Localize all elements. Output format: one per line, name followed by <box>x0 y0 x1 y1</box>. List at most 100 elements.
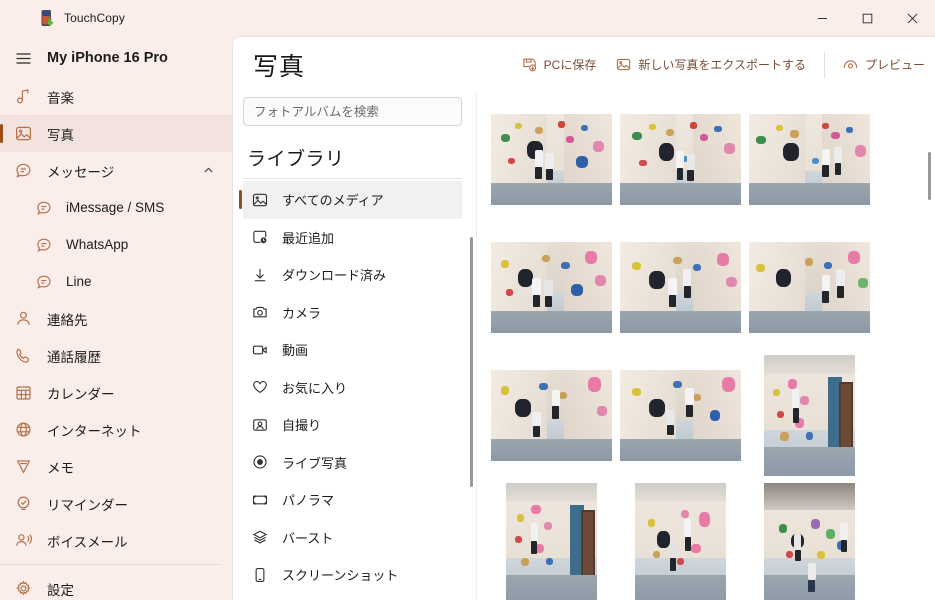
download-icon <box>249 264 270 285</box>
sidebar-item-calendar[interactable]: カレンダー <box>0 374 232 411</box>
photo-grid <box>477 92 935 600</box>
photo-thumbnail[interactable] <box>749 99 870 220</box>
search-input[interactable] <box>243 97 462 126</box>
photo-thumbnail[interactable] <box>620 99 741 220</box>
sidebar-item-imessage-sms[interactable]: iMessage / SMS <box>0 189 232 226</box>
preview-button[interactable]: プレビュー <box>833 50 935 79</box>
library-heading: ライブラリ <box>247 149 345 170</box>
album-item-all-media[interactable]: すべてのメディア <box>239 181 462 219</box>
hamburger-icon <box>12 47 34 69</box>
page-title: 写真 <box>253 52 306 81</box>
photo-thumbnail[interactable] <box>620 483 741 600</box>
sidebar-item-reminders[interactable]: リマインダー <box>0 485 232 522</box>
export-new-photos-button[interactable]: 新しい写真をエクスポートする <box>606 50 816 79</box>
touchcopy-window: TouchCopy My iPhone 16 Pro 音楽 写真 メッセージ i… <box>0 0 935 600</box>
calendar-icon <box>12 382 34 404</box>
album-item-label: カメラ <box>282 305 322 321</box>
album-item-label: バースト <box>282 530 334 546</box>
export-new-photos-label: 新しい写真をエクスポートする <box>638 58 806 72</box>
album-item-selfies[interactable]: 自撮り <box>243 406 462 444</box>
album-item-panoramas[interactable]: パノラマ <box>243 481 462 519</box>
maximize-button[interactable] <box>845 0 890 36</box>
gear-icon <box>12 578 34 600</box>
panorama-icon <box>249 489 270 510</box>
album-item-recently-added[interactable]: 最近追加 <box>243 219 462 257</box>
header-divider <box>823 51 825 78</box>
photo-thumbnail[interactable] <box>491 227 612 348</box>
header-actions: PCに保存 新しい写真をエクスポートする プレビュー <box>512 37 935 92</box>
message-icon <box>12 160 34 182</box>
window-controls <box>800 0 935 36</box>
album-item-bursts[interactable]: バースト <box>243 519 462 557</box>
sidebar-item-photos[interactable]: 写真 <box>0 115 232 152</box>
export-photo-icon <box>616 57 631 72</box>
photo-icon <box>12 123 34 145</box>
photo-thumbnail[interactable] <box>749 227 870 348</box>
photo-thumbnail[interactable] <box>491 99 612 220</box>
photo-grid-panel[interactable] <box>476 92 935 600</box>
reminders-icon <box>12 493 34 515</box>
save-to-pc-button[interactable]: PCに保存 <box>512 50 607 79</box>
sidebar-item-label: 通話履歴 <box>47 349 101 365</box>
phone-download-icon <box>38 9 57 28</box>
sidebar-item-line[interactable]: Line <box>0 263 232 300</box>
recent-clock-icon <box>249 227 270 248</box>
sidebar-item-voicemail[interactable]: ボイスメール <box>0 522 232 559</box>
album-item-label: スクリーンショット <box>282 568 399 584</box>
sidebar-item-label: リマインダー <box>47 497 128 513</box>
album-item-label: 自撮り <box>282 418 322 434</box>
photo-icon <box>249 189 270 210</box>
search-wrapper <box>243 92 476 126</box>
sidebar-item-notes[interactable]: メモ <box>0 448 232 485</box>
sidebar-item-contacts[interactable]: 連絡先 <box>0 300 232 337</box>
close-button[interactable] <box>890 0 935 36</box>
album-item-videos[interactable]: 動画 <box>243 331 462 369</box>
sidebar-device-header[interactable]: My iPhone 16 Pro <box>0 38 232 78</box>
notes-icon <box>12 456 34 478</box>
sidebar-item-label: iMessage / SMS <box>66 200 165 215</box>
minimize-button[interactable] <box>800 0 845 36</box>
sidebar-item-messages[interactable]: メッセージ <box>0 152 232 189</box>
heart-icon <box>249 377 270 398</box>
albums-scrollbar-thumb[interactable] <box>470 237 473 487</box>
album-item-recently-deleted[interactable]: 最近削除 <box>243 594 462 600</box>
photo-thumbnail[interactable] <box>491 355 612 476</box>
album-item-label: ダウンロード済み <box>282 268 387 284</box>
sidebar: My iPhone 16 Pro 音楽 写真 メッセージ iMessage / … <box>0 36 232 600</box>
album-item-live-photos[interactable]: ライブ写真 <box>243 444 462 482</box>
album-item-label: パノラマ <box>282 493 335 509</box>
main-header: 写真 PCに保存 新しい写真をエクスポートする プレビュー <box>233 37 935 92</box>
photo-thumbnail[interactable] <box>491 483 612 600</box>
sidebar-item-whatsapp[interactable]: WhatsApp <box>0 226 232 263</box>
album-item-downloaded[interactable]: ダウンロード済み <box>243 256 462 294</box>
preview-eye-icon <box>843 57 858 72</box>
window-body: My iPhone 16 Pro 音楽 写真 メッセージ iMessage / … <box>0 36 935 600</box>
globe-icon <box>12 419 34 441</box>
live-photo-icon <box>249 452 270 473</box>
sidebar-item-call-history[interactable]: 通話履歴 <box>0 337 232 374</box>
photo-thumbnail[interactable] <box>749 355 870 476</box>
sidebar-item-internet[interactable]: インターネット <box>0 411 232 448</box>
sidebar-item-label: 連絡先 <box>47 312 88 328</box>
album-item-label: お気に入り <box>282 380 348 396</box>
voicemail-icon <box>12 530 34 552</box>
sidebar-item-label: 音楽 <box>47 90 74 106</box>
sidebar-item-label: カレンダー <box>47 386 115 402</box>
album-item-label: すべてのメディア <box>282 193 384 209</box>
sidebar-item-label: メッセージ <box>47 164 115 180</box>
sidebar-item-music[interactable]: 音楽 <box>0 78 232 115</box>
video-icon <box>249 339 270 360</box>
message-icon <box>34 234 54 256</box>
albums-panel: ライブラリ すべてのメディア <box>233 92 476 600</box>
photo-thumbnail[interactable] <box>620 227 741 348</box>
album-item-screenshots[interactable]: スクリーンショット <box>243 556 462 594</box>
photo-thumbnail[interactable] <box>620 355 741 476</box>
photo-thumbnail[interactable] <box>749 483 870 600</box>
chevron-up-icon[interactable] <box>203 165 214 176</box>
album-item-camera[interactable]: カメラ <box>243 294 462 332</box>
preview-label: プレビュー <box>864 58 925 72</box>
save-to-pc-icon <box>522 57 537 72</box>
album-item-favorites[interactable]: お気に入り <box>243 369 462 407</box>
sidebar-item-settings[interactable]: 設定 <box>0 570 232 600</box>
photo-grid-scrollbar-thumb[interactable] <box>928 152 931 200</box>
